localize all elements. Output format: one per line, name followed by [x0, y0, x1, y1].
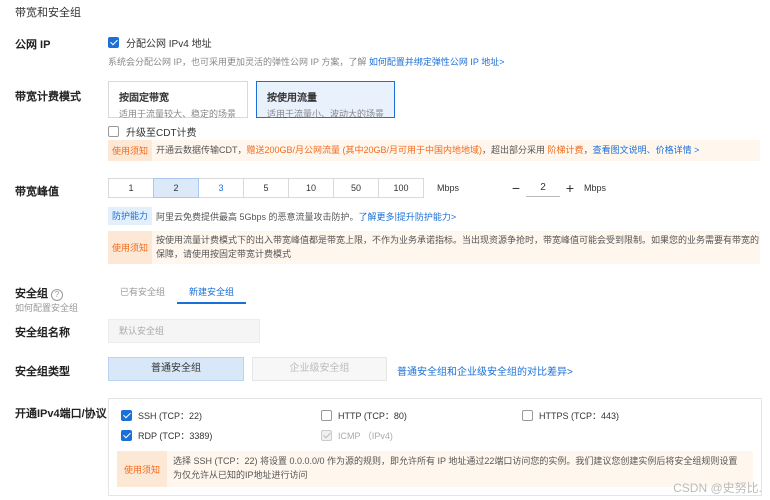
ssh-checkbox[interactable]	[121, 410, 132, 421]
ports-notice-line2: 为仅允许从已知的IP地址进行访问	[173, 470, 308, 480]
public-ip-checkbox-row[interactable]: 分配公网 IPv4 地址	[108, 35, 212, 50]
port-label: HTTPS (TCP：443)	[539, 411, 620, 421]
bandwidth-option-100[interactable]: 100	[378, 178, 424, 198]
cdt-notice: 使用须知 开通云数据传输CDT，赠送200GB/月公网流量 (其中20GB/月可…	[108, 140, 760, 161]
security-group-type-label: 安全组类型	[15, 366, 70, 378]
billing-option-fixed[interactable]: 按固定带宽 适用于流量较大、稳定的场景	[108, 81, 248, 119]
public-ip-hint-text: 系统会分配公网 IP，也可采用更加灵活的弹性公网 IP 方案，了解	[108, 57, 369, 67]
increment-button[interactable]: +	[560, 178, 580, 198]
bandwidth-notice-line1: 按使用流量计费模式下的出入带宽峰值都是带宽上限，不作为业务承诺指标。当出现资源争…	[156, 235, 760, 245]
billing-option-desc: 适用于流量小、波动大的场景	[267, 109, 385, 119]
billing-option-title: 按固定带宽	[119, 93, 169, 104]
pricing-details-link[interactable]: 查看图文说明、价格详情 >	[593, 145, 700, 155]
rdp-checkbox[interactable]	[121, 430, 132, 441]
tab-new-group[interactable]: 新建安全组	[177, 282, 247, 304]
section-title: 带宽和安全组	[15, 7, 81, 19]
https-checkbox[interactable]	[522, 410, 533, 421]
upgrade-protection-link[interactable]: 提升防护能力>	[397, 210, 456, 223]
bandwidth-unit: Mbps	[437, 183, 460, 193]
public-ip-label: 公网 IP	[15, 39, 51, 51]
protection-text: 阿里云免费提供最高 5Gbps 的恶意流量攻击防护。	[156, 211, 359, 222]
billing-option-title: 按使用流量	[267, 93, 317, 104]
security-group-name-input[interactable]: 默认安全组	[108, 319, 260, 343]
port-label: SSH (TCP：22)	[138, 411, 203, 421]
type-normal-button[interactable]: 普通安全组	[108, 357, 244, 381]
cdt-notice-prefix: 开通云数据传输CDT，	[156, 145, 247, 155]
icmp-checkbox	[321, 430, 332, 441]
billing-option-traffic[interactable]: 按使用流量 适用于流量小、波动大的场景	[256, 81, 395, 119]
billing-option-desc: 适用于流量较大、稳定的场景	[119, 109, 237, 119]
eip-guide-link[interactable]: 如何配置并绑定弹性公网 IP 地址>	[369, 57, 505, 67]
billing-mode-label: 带宽计费模式	[15, 91, 81, 103]
bandwidth-option-5[interactable]: 5	[243, 178, 289, 198]
ports-label: 开通IPv4端口/协议	[15, 408, 107, 420]
security-group-tabs: 已有安全组 新建安全组	[108, 282, 247, 304]
notice-tag: 使用须知	[117, 451, 167, 487]
security-group-help-link[interactable]: 如何配置安全组	[15, 301, 78, 314]
notice-tag: 使用须知	[108, 231, 152, 264]
port-https[interactable]: HTTPS (TCP：443)	[522, 409, 619, 422]
cdt-notice-highlight: 赠送200GB/月公网流量 (其中20GB/月可用于中国内地地域)	[246, 145, 483, 155]
public-ip-checkbox[interactable]	[108, 37, 119, 48]
public-ip-checkbox-label: 分配公网 IPv4 地址	[126, 39, 212, 50]
bandwidth-notice: 使用须知 按使用流量计费模式下的出入带宽峰值都是带宽上限，不作为业务承诺指标。当…	[108, 231, 760, 264]
http-checkbox[interactable]	[321, 410, 332, 421]
protection-row: 防护能力 阿里云免费提供最高 5Gbps 的恶意流量攻击防护。 了解更多 | 提…	[108, 207, 457, 225]
stepper-unit: Mbps	[584, 183, 607, 193]
ports-notice-line1: 选择 SSH (TCP：22) 将设置 0.0.0.0/0 作为源的规则，即允许…	[173, 456, 738, 466]
port-ssh[interactable]: SSH (TCP：22)	[121, 409, 202, 422]
watermark: CSDN @史努比.	[673, 481, 762, 495]
port-http[interactable]: HTTP (TCP：80)	[321, 409, 407, 422]
ports-notice: 使用须知 选择 SSH (TCP：22) 将设置 0.0.0.0/0 作为源的规…	[117, 451, 753, 487]
bandwidth-option-50[interactable]: 50	[333, 178, 379, 198]
security-group-label-text: 安全组	[15, 288, 48, 300]
protection-tag: 防护能力	[108, 207, 153, 225]
bandwidth-option-10[interactable]: 10	[288, 178, 334, 198]
port-icmp: ICMP （IPv4)	[321, 429, 393, 442]
port-label: RDP (TCP：3389)	[138, 431, 213, 441]
cdt-notice-sep: ，	[583, 145, 593, 155]
tab-existing-group[interactable]: 已有安全组	[108, 282, 177, 302]
learn-more-link[interactable]: 了解更多	[359, 210, 395, 223]
bandwidth-value-input[interactable]: 2	[526, 179, 560, 197]
bandwidth-stepper: − 2 +	[506, 178, 580, 198]
bandwidth-option-2[interactable]: 2	[153, 178, 199, 198]
bandwidth-options: 1 2 3 5 10 50 100	[108, 178, 424, 198]
port-rdp[interactable]: RDP (TCP：3389)	[121, 429, 212, 442]
public-ip-hint: 系统会分配公网 IP，也可采用更加灵活的弹性公网 IP 方案，了解 如何配置并绑…	[108, 55, 504, 68]
cdt-checkbox-label: 升级至CDT计费	[126, 128, 197, 139]
ports-panel: SSH (TCP：22) HTTP (TCP：80) HTTPS (TCP：44…	[108, 398, 762, 496]
security-group-name-label: 安全组名称	[15, 327, 70, 339]
cdt-notice-mid: ，超出部分采用	[482, 145, 548, 155]
decrement-button[interactable]: −	[506, 178, 526, 198]
cdt-checkbox-row[interactable]: 升级至CDT计费	[108, 124, 197, 139]
bandwidth-peak-label: 带宽峰值	[15, 186, 59, 198]
port-label: ICMP （IPv4)	[338, 431, 393, 441]
port-label: HTTP (TCP：80)	[338, 411, 407, 421]
notice-tag: 使用须知	[108, 140, 152, 161]
cdt-notice-text: 开通云数据传输CDT，赠送200GB/月公网流量 (其中20GB/月可用于中国内…	[156, 143, 699, 158]
help-icon[interactable]: ?	[51, 289, 63, 301]
type-compare-link[interactable]: 普通安全组和企业级安全组的对比差异>	[397, 363, 573, 378]
bandwidth-option-3[interactable]: 3	[198, 178, 244, 198]
type-enterprise-button[interactable]: 企业级安全组	[252, 357, 387, 381]
cdt-checkbox[interactable]	[108, 126, 119, 137]
bandwidth-option-1[interactable]: 1	[108, 178, 154, 198]
bandwidth-notice-line2: 保障，请使用按固定带宽计费模式	[156, 249, 292, 259]
security-group-label: 安全组?	[15, 285, 63, 301]
tiered-billing-link[interactable]: 阶梯计费	[548, 145, 584, 155]
